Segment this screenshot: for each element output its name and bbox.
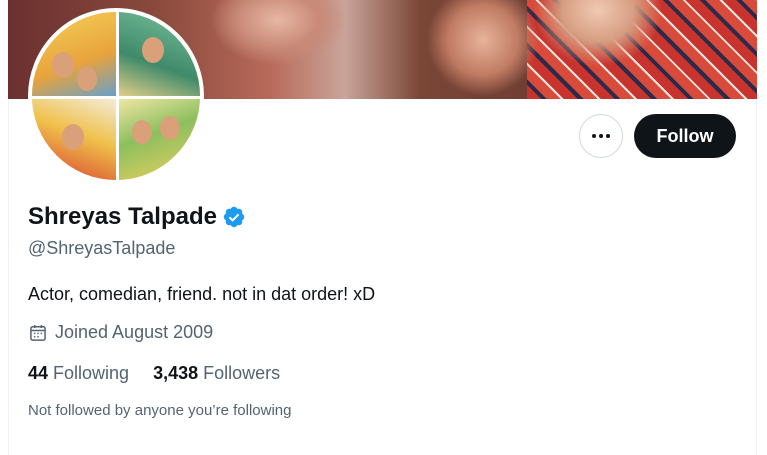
social-context-text: Not followed by anyone you’re following — [28, 402, 292, 419]
follow-button[interactable]: Follow — [634, 114, 736, 158]
ellipsis-icon — [606, 134, 610, 138]
ellipsis-icon — [592, 134, 596, 138]
profile-avatar[interactable] — [28, 8, 204, 184]
following-label: Following — [53, 363, 130, 383]
profile-bio: Actor, comedian, friend. not in dat orde… — [28, 284, 376, 304]
followers-count: 3,438 — [153, 363, 199, 383]
avatar-face — [62, 124, 84, 150]
followers-label: Followers — [203, 363, 281, 383]
avatar-poster-quadrant — [116, 96, 200, 180]
joined-text: Joined August 2009 — [55, 322, 214, 342]
profile-name: Shreyas Talpade — [28, 203, 217, 230]
avatar-face — [132, 120, 152, 144]
ellipsis-icon — [599, 134, 603, 138]
avatar-face — [77, 67, 97, 91]
followers-link[interactable]: 3,438 Followers — [153, 363, 280, 384]
follow-stats: 44 Following 3,438 Followers — [28, 363, 304, 384]
calendar-icon — [30, 324, 46, 341]
avatar-face — [142, 37, 164, 63]
profile-name-row: Shreyas Talpade — [28, 203, 246, 231]
following-count: 44 — [28, 363, 49, 383]
profile-handle: @ShreyasTalpade — [28, 238, 176, 258]
avatar-face — [160, 116, 180, 140]
avatar-face — [52, 52, 74, 78]
following-link[interactable]: 44 Following — [28, 363, 129, 384]
avatar-divider — [32, 96, 200, 99]
verified-badge-icon[interactable] — [222, 205, 246, 229]
more-options-button[interactable] — [579, 114, 623, 158]
joined-date: Joined August 2009 — [28, 322, 213, 343]
avatar-poster-quadrant — [32, 12, 116, 96]
